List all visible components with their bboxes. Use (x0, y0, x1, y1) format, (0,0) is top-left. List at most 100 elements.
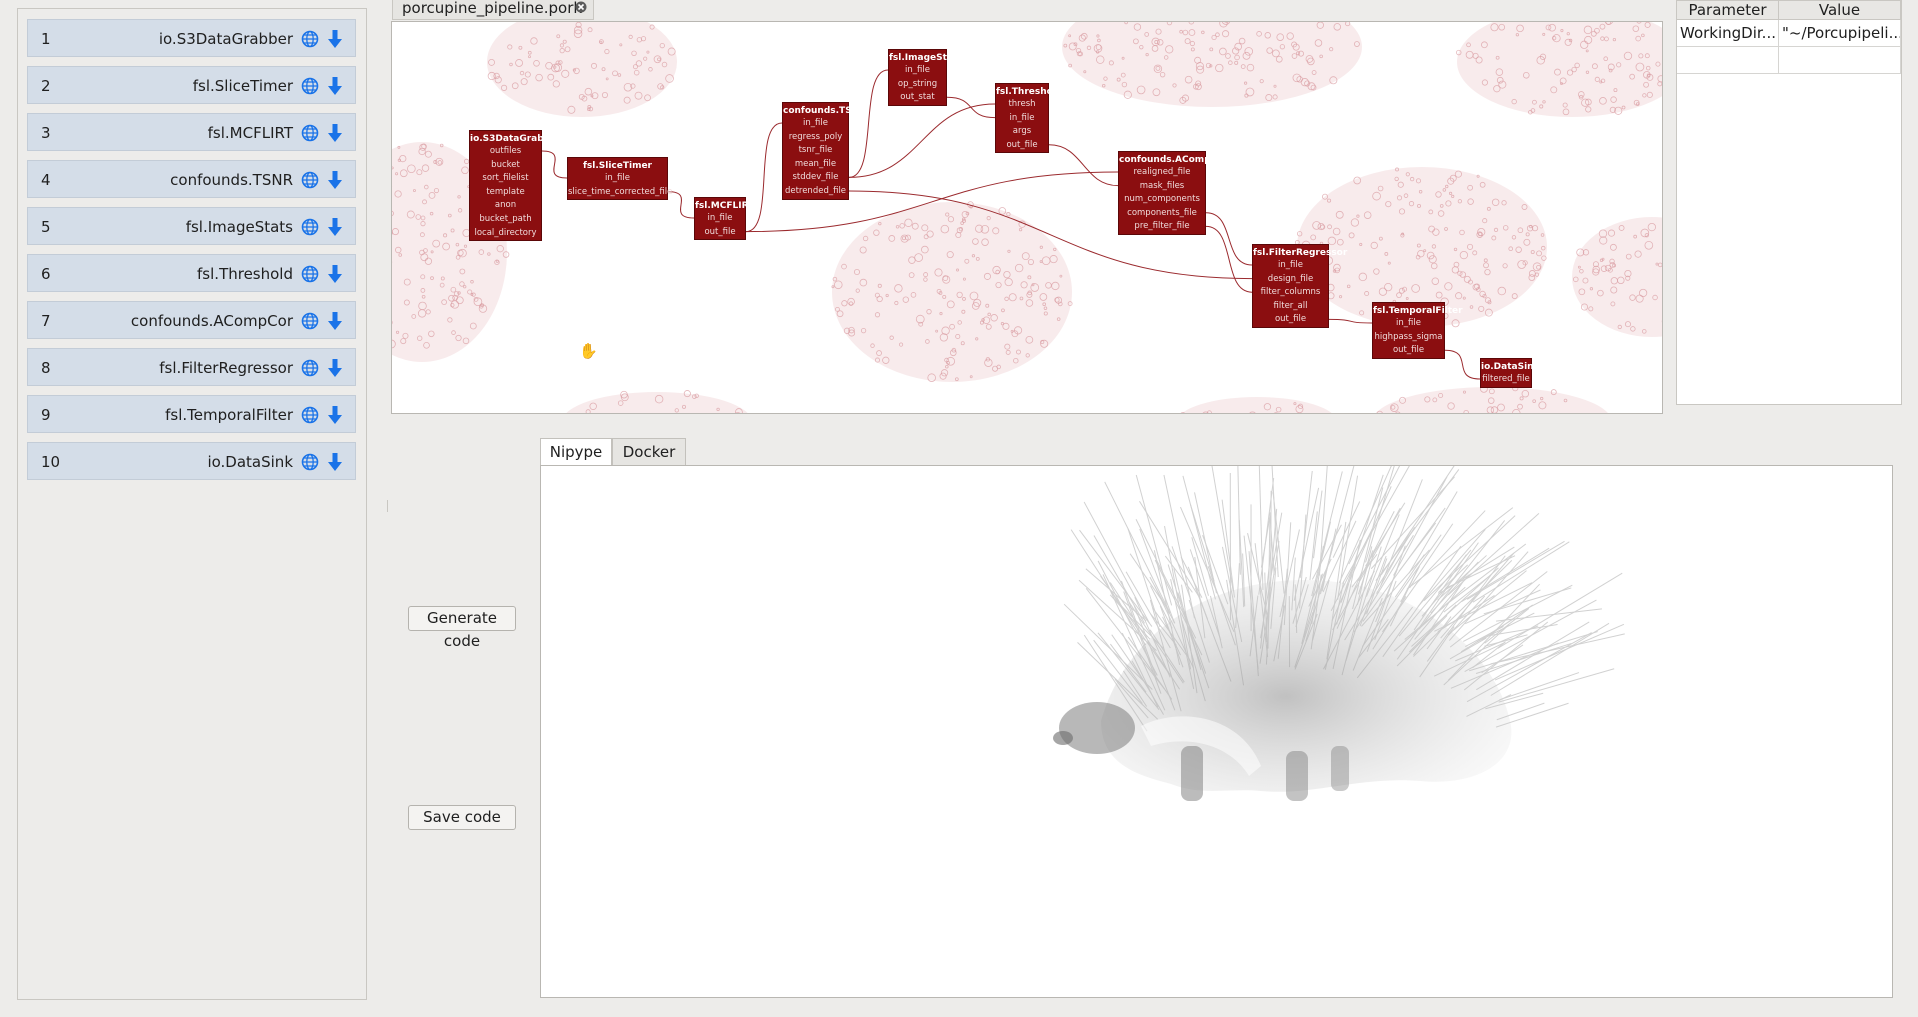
pipeline-edge[interactable] (1205, 225, 1253, 293)
graph-node-port[interactable]: op_string (889, 78, 946, 92)
graph-node-port[interactable]: in_file (695, 212, 745, 226)
globe-icon[interactable] (301, 312, 319, 330)
graph-node-port[interactable]: out_stat (889, 91, 946, 105)
globe-icon[interactable] (301, 124, 319, 142)
globe-icon[interactable] (301, 406, 319, 424)
download-arrow-icon[interactable] (327, 76, 343, 96)
graph-node-port[interactable]: out_file (695, 226, 745, 240)
node-list-item[interactable]: 4 confounds.TSNR (27, 160, 356, 198)
value-header[interactable]: Value (1779, 1, 1901, 20)
globe-icon[interactable] (301, 30, 319, 48)
pipeline-edge[interactable] (1205, 212, 1253, 266)
globe-icon[interactable] (301, 218, 319, 236)
node-list-item[interactable]: 5 fsl.ImageStats (27, 207, 356, 245)
download-arrow-icon[interactable] (327, 264, 343, 284)
graph-node-port[interactable]: mask_files (1119, 180, 1205, 194)
graph-node-port[interactable]: anon (470, 199, 541, 213)
download-arrow-icon[interactable] (327, 217, 343, 237)
node-list-item[interactable]: 3 fsl.MCFLIRT (27, 113, 356, 151)
graph-node-port[interactable]: out_file (996, 139, 1048, 153)
node-list-item[interactable]: 7 confounds.ACompCor (27, 301, 356, 339)
graph-node-port[interactable]: filtered_file (1481, 373, 1531, 387)
graph-node-port[interactable]: tsnr_file (783, 144, 848, 158)
graph-node-port[interactable]: outfiles (470, 145, 541, 159)
parameter-header[interactable]: Parameter (1677, 1, 1779, 20)
graph-node-port[interactable]: filter_all (1253, 300, 1328, 314)
download-arrow-icon[interactable] (327, 311, 343, 331)
download-arrow-icon[interactable] (327, 405, 343, 425)
graph-node[interactable]: confounds.ACompCor realigned_file mask_fil… (1118, 151, 1228, 235)
graph-node-port[interactable]: design_file (1253, 273, 1328, 287)
graph-node-port[interactable]: sort_filelist (470, 172, 541, 186)
node-list-item[interactable]: 1 io.S3DataGrabber (27, 19, 356, 57)
graph-node-port[interactable]: detrended_file (783, 185, 848, 199)
globe-icon[interactable] (301, 265, 319, 283)
globe-icon[interactable] (301, 453, 319, 471)
graph-node-port[interactable]: thresh (996, 98, 1048, 112)
graph-node-port[interactable]: in_file (889, 64, 946, 78)
graph-node-port[interactable]: components_file (1119, 207, 1205, 221)
graph-node-port[interactable]: in_file (1373, 317, 1444, 331)
download-arrow-icon[interactable] (327, 452, 343, 472)
graph-node-port[interactable]: args (996, 125, 1048, 139)
graph-node-port[interactable]: bucket (470, 159, 541, 173)
graph-node-port[interactable]: highpass_sigma (1373, 331, 1444, 345)
pipeline-edge[interactable] (1048, 144, 1119, 187)
graph-node[interactable]: fsl.Threshold thresh in_file args out_file (995, 83, 1062, 154)
graph-node-port[interactable]: realigned_file (1119, 166, 1205, 180)
graph-node[interactable]: io.DataSink filtered_file (1480, 358, 1540, 388)
code-editor[interactable] (540, 465, 1893, 998)
graph-node-port[interactable]: local_directory (470, 227, 541, 241)
pipeline-edge[interactable] (1328, 318, 1373, 324)
download-arrow-icon[interactable] (327, 123, 343, 143)
param-cell[interactable] (1677, 47, 1779, 74)
globe-icon[interactable] (301, 77, 319, 95)
graph-node-port[interactable]: in_file (783, 117, 848, 131)
graph-node-port[interactable]: slice_time_corrected_file (568, 186, 672, 200)
graph-node-port[interactable]: in_file (996, 112, 1048, 126)
graph-node-port[interactable]: num_components (1119, 193, 1205, 207)
graph-node[interactable]: fsl.ImageStats in_file op_string out_stat (888, 49, 963, 106)
file-tab[interactable]: porcupine_pipeline.pork (392, 0, 594, 20)
node-list-item[interactable]: 6 fsl.Threshold (27, 254, 356, 292)
graph-node-port[interactable]: regress_poly (783, 131, 848, 145)
graph-node-port[interactable]: out_file (1373, 344, 1444, 358)
graph-node-port[interactable]: in_file (1253, 259, 1328, 273)
value-cell[interactable] (1779, 47, 1901, 74)
graph-node[interactable]: fsl.MCFLIRT in_file out_file (694, 197, 754, 241)
node-list-item[interactable]: 10 io.DataSink (27, 442, 356, 480)
globe-icon[interactable] (301, 171, 319, 189)
download-arrow-icon[interactable] (327, 358, 343, 378)
graph-node-port[interactable]: in_file (568, 172, 667, 186)
node-list-item[interactable]: 2 fsl.SliceTimer (27, 66, 356, 104)
graph-node[interactable]: io.S3DataGrabber outfiles bucket sort_filel… (469, 130, 561, 242)
value-cell[interactable]: "~/Porcupipeli... (1779, 20, 1901, 47)
splitter-handle[interactable] (387, 500, 388, 512)
graph-node-port[interactable]: out_file (1253, 313, 1328, 327)
graph-node[interactable]: fsl.FilterRegressor in_file design_file fil… (1252, 244, 1347, 328)
globe-icon[interactable] (301, 359, 319, 377)
pipeline-edge[interactable] (1444, 349, 1481, 380)
graph-node-port[interactable]: filter_columns (1253, 286, 1328, 300)
graph-node[interactable]: fsl.TemporalFilter in_file highpass_sigma o… (1372, 302, 1463, 359)
pipeline-canvas[interactable]: ✋ io.S3DataGrabber outfiles bucket sort_fil… (391, 21, 1663, 414)
graph-node-port[interactable]: mean_file (783, 158, 848, 172)
node-list-item[interactable]: 9 fsl.TemporalFilter (27, 395, 356, 433)
pipeline-edge[interactable] (848, 69, 889, 178)
pipeline-edge[interactable] (541, 150, 568, 179)
pipeline-edge[interactable] (745, 122, 783, 233)
pipeline-edge[interactable] (848, 103, 996, 178)
download-arrow-icon[interactable] (327, 170, 343, 190)
tab-docker[interactable]: Docker (612, 438, 686, 466)
graph-node-port[interactable]: pre_filter_file (1119, 220, 1205, 234)
graph-node[interactable]: fsl.SliceTimer in_file slice_time_correcte… (567, 157, 672, 201)
node-list-item[interactable]: 8 fsl.FilterRegressor (27, 348, 356, 386)
save-code-button[interactable]: Save code (408, 805, 516, 830)
tab-nipype[interactable]: Nipype (540, 438, 612, 467)
generate-code-button[interactable]: Generate code (408, 606, 516, 650)
close-icon[interactable] (575, 1, 587, 13)
graph-node[interactable]: confounds.TSNR in_file regress_poly tsnr_fi… (782, 102, 866, 200)
graph-node-port[interactable]: bucket_path (470, 213, 541, 227)
graph-node-port[interactable]: template (470, 186, 541, 200)
graph-node-port[interactable]: stddev_file (783, 171, 848, 185)
